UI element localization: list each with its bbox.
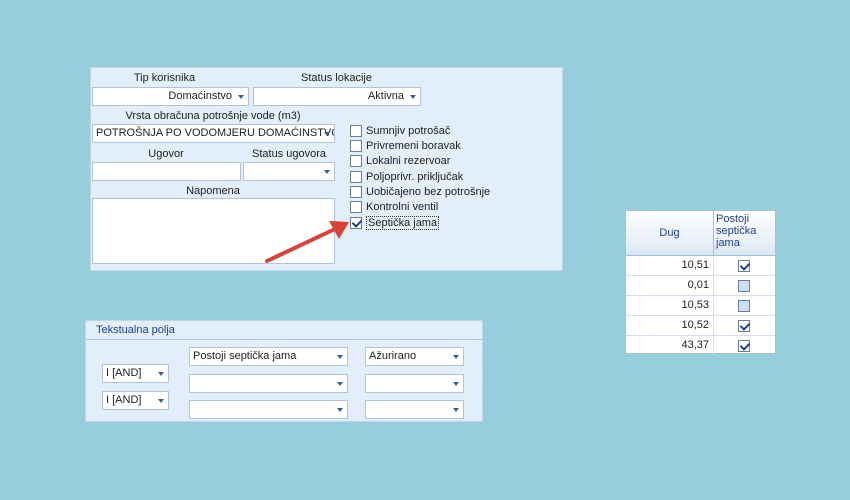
vrsta-obracuna-value: POTROŠNJA PO VODOMJERU DOMAĆINSTVO <box>96 127 335 139</box>
chevron-down-icon <box>337 355 343 359</box>
value-select-2[interactable] <box>365 374 464 393</box>
value-select-1[interactable]: Ažurirano <box>365 347 464 366</box>
checkbox-label: Privremeni boravak <box>366 140 461 152</box>
chevron-down-icon <box>324 170 330 174</box>
chevron-down-icon <box>337 382 343 386</box>
field-select-value: Postoji septička jama <box>193 350 297 362</box>
chevron-down-icon <box>410 95 416 99</box>
operator-select-3[interactable]: I [AND] <box>102 391 169 410</box>
checkbox-lokalni-rezervoar[interactable]: Lokalni rezervoar <box>350 154 450 168</box>
chevron-down-icon <box>238 95 244 99</box>
checkbox-label: Uobičajeno bez potrošnje <box>366 186 491 198</box>
checkbox-label: Lokalni rezervoar <box>366 155 451 167</box>
chevron-down-icon <box>453 408 459 412</box>
chevron-down-icon <box>324 132 330 136</box>
checkbox-uobicajeno-bez-potrosnje[interactable]: Uobičajeno bez potrošnje <box>350 185 490 199</box>
column-header-dug[interactable]: Dug <box>626 211 714 255</box>
tip-korisnika-value: Domaćinstvo <box>168 90 232 102</box>
cell-septicka-checkbox[interactable] <box>738 280 750 292</box>
status-lokacije-select[interactable]: Aktivna <box>253 87 421 106</box>
cell-dug: 10,51 <box>626 256 714 275</box>
table-row[interactable]: 10,51 <box>626 256 775 276</box>
table-row[interactable]: 10,53 <box>626 296 775 316</box>
tip-korisnika-label: Tip korisnika <box>133 72 196 84</box>
vrsta-obracuna-label: Vrsta obračuna potrošnje vode (m3) <box>125 110 301 122</box>
operator-select-value: I [AND] <box>106 394 142 406</box>
field-select-1[interactable]: Postoji septička jama <box>189 347 348 366</box>
cell-septicka-checkbox[interactable] <box>738 320 750 332</box>
grid-header: Dug Postoji septička jama <box>626 211 775 256</box>
checkbox-label: Kontrolni ventil <box>366 201 439 213</box>
text-fields-title: Tekstualna polja <box>86 321 483 340</box>
field-select-2[interactable] <box>189 374 348 393</box>
value-select-value: Ažurirano <box>369 350 417 362</box>
cell-dug: 0,01 <box>626 276 714 295</box>
cell-dug: 43,37 <box>626 336 714 355</box>
status-ugovora-label: Status ugovora <box>252 148 326 160</box>
column-header-septicka[interactable]: Postoji septička jama <box>715 213 775 249</box>
value-select-3[interactable] <box>365 400 464 419</box>
checkbox-septicka-jama[interactable]: Septička jama <box>350 216 440 230</box>
table-row[interactable]: 0,01 <box>626 276 775 296</box>
checkbox-privremeni-boravak[interactable]: Privremeni boravak <box>350 139 461 153</box>
cell-septicka-checkbox[interactable] <box>738 260 750 272</box>
checkbox-box[interactable] <box>350 171 362 183</box>
chevron-down-icon <box>158 372 164 376</box>
vrsta-obracuna-select[interactable]: POTROŠNJA PO VODOMJERU DOMAĆINSTVO <box>92 124 335 143</box>
cell-dug: 10,53 <box>626 296 714 315</box>
chevron-down-icon <box>337 408 343 412</box>
checkbox-box[interactable] <box>350 155 362 167</box>
ugovor-label: Ugovor <box>148 148 184 160</box>
status-ugovora-select[interactable] <box>243 162 335 181</box>
checkbox-box[interactable] <box>350 140 362 152</box>
checkbox-kontrolni-ventil[interactable]: Kontrolni ventil <box>350 200 438 214</box>
checkbox-label: Sumnjiv potrošač <box>366 125 451 137</box>
table-row[interactable]: 10,52 <box>626 316 775 336</box>
chevron-down-icon <box>158 399 164 403</box>
debt-grid: Dug Postoji septička jama 10,51 0,01 10,… <box>625 210 776 356</box>
tip-korisnika-select[interactable]: Domaćinstvo <box>92 87 249 106</box>
operator-select-2[interactable]: I [AND] <box>102 364 169 383</box>
status-lokacije-value: Aktivna <box>367 90 404 102</box>
checkbox-poljoprivr-prikljucak[interactable]: Poljoprivr. priključak <box>350 170 463 184</box>
arrow-annotation-icon <box>265 221 349 263</box>
checkbox-label: Septička jama <box>366 216 440 230</box>
field-select-3[interactable] <box>189 400 348 419</box>
operator-select-value: I [AND] <box>106 367 142 379</box>
status-lokacije-label: Status lokacije <box>301 72 372 84</box>
chevron-down-icon <box>453 382 459 386</box>
napomena-label: Napomena <box>186 185 240 197</box>
cell-septicka-checkbox[interactable] <box>738 300 750 312</box>
ugovor-input[interactable] <box>92 162 241 181</box>
cell-dug: 10,52 <box>626 316 714 335</box>
cell-septicka-checkbox[interactable] <box>738 340 750 352</box>
table-row[interactable]: 43,37 <box>626 336 775 356</box>
checkbox-label: Poljoprivr. priključak <box>366 171 464 183</box>
checkbox-box[interactable] <box>350 125 362 137</box>
checkbox-box[interactable] <box>350 186 362 198</box>
chevron-down-icon <box>453 355 459 359</box>
checkbox-sumnjiv-potrosac[interactable]: Sumnjiv potrošač <box>350 124 450 138</box>
checkbox-box[interactable] <box>350 201 362 213</box>
